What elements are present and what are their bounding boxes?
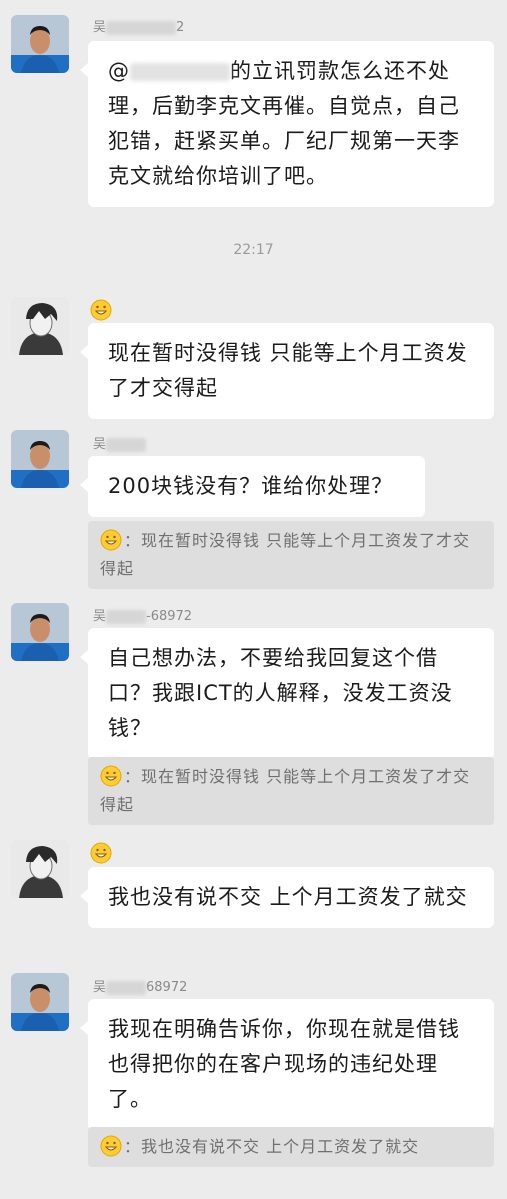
avatar-manager[interactable] [11,15,69,73]
grinning-emoji-icon [100,765,122,787]
avatar-manager[interactable] [11,603,69,661]
avatar-employee[interactable] [11,297,69,355]
sender-name: 吴2 [93,20,185,35]
message-bubble[interactable]: @ 的立讯罚款怎么还不处理，后勤李克文再催。自觉点，自己犯错，赶紧买单。厂纪厂规第… [80,41,494,207]
grinning-emoji-icon [100,529,122,551]
message-bubble[interactable]: 现在暂时没得钱 只能等上个月工资发了才交得起 [80,323,494,419]
message-bubble[interactable]: 我也没有说不交 上个月工资发了就交 [80,867,494,928]
redacted-mention [130,63,230,81]
avatar-employee[interactable] [11,840,69,898]
message-bubble[interactable]: 200块钱没有？谁给你处理？ [80,456,425,517]
quoted-message[interactable]: ：我也没有说不交 上个月工资发了就交 [88,1127,494,1167]
sender-name: 吴 [93,433,147,452]
avatar-manager[interactable] [11,973,69,1031]
avatar-manager[interactable] [11,430,69,488]
grinning-emoji-icon [100,1135,122,1157]
message-bubble[interactable]: 自己想办法，不要给我回复这个借口？我跟ICT的人解释，没发工资没钱？ [80,628,494,759]
quoted-message[interactable]: ：现在暂时没得钱 只能等上个月工资发了才交得起 [88,521,494,589]
sender-name: 吴 -68972 [93,609,193,624]
redacted-name [106,20,177,35]
redacted-name [106,980,147,995]
grinning-emoji-icon [90,842,112,864]
redacted-name [106,609,147,624]
message-bubble[interactable]: 我现在明确告诉你，你现在就是借钱也得把你的在客户现场的违纪处理了。 [80,999,494,1130]
sender-name: 吴 68972 [93,980,188,995]
timestamp: 22:17 [233,242,274,258]
grinning-emoji-icon [90,299,112,321]
redacted-name [106,437,147,452]
quoted-message[interactable]: ：现在暂时没得钱 只能等上个月工资发了才交得起 [88,757,494,825]
